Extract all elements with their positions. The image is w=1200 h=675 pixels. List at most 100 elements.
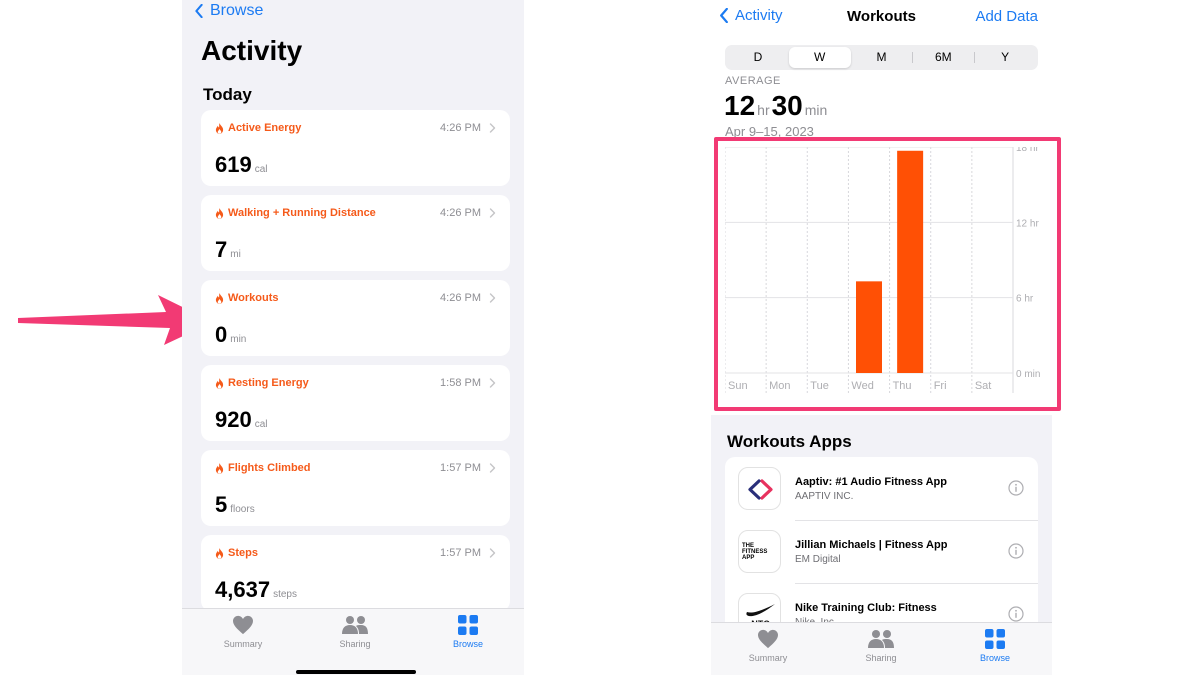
card-timestamp: 4:26 PM	[440, 292, 481, 304]
app-name: Jillian Michaels | Fitness App	[795, 539, 948, 551]
back-button[interactable]: Browse	[194, 0, 263, 22]
card-number: 0	[215, 322, 228, 347]
app-name: Nike Training Club: Fitness	[795, 602, 937, 614]
tab-summary-label: Summary	[748, 653, 788, 663]
screen-comparison: Browse Activity Today Active Energy 4:26 …	[0, 0, 1200, 675]
app-developer: EM Digital	[795, 554, 841, 565]
activity-screen: Browse Activity Today Active Energy 4:26 …	[182, 0, 524, 675]
card-header: Steps 1:57 PM	[215, 547, 496, 559]
card-title: Walking + Running Distance	[228, 207, 376, 219]
people-icon	[868, 630, 894, 648]
tab-browse-label: Browse	[452, 639, 483, 649]
tab-summary[interactable]: Summary	[203, 615, 283, 649]
card-timestamp: 1:57 PM	[440, 462, 481, 474]
average-label: AVERAGE	[725, 75, 781, 87]
average-value: 12 hr 30 min	[724, 90, 829, 122]
card-title: Flights Climbed	[228, 462, 311, 474]
metric-card[interactable]: Walking + Running Distance 4:26 PM 7 mi	[201, 195, 510, 271]
flame-icon	[215, 207, 224, 219]
metric-card[interactable]: Flights Climbed 1:57 PM 5 floors	[201, 450, 510, 526]
aaptiv-app-icon	[738, 467, 781, 510]
card-value: 619 cal	[215, 152, 268, 178]
home-indicator	[296, 670, 416, 674]
grid-icon	[458, 615, 478, 635]
tab-browse[interactable]: Browse	[955, 629, 1035, 663]
card-unit: cal	[254, 164, 268, 175]
section-title: Today	[203, 85, 252, 104]
segment-six-months[interactable]: 6M	[912, 47, 974, 68]
card-header: Resting Energy 1:58 PM	[215, 377, 496, 389]
card-value: 0 min	[215, 322, 246, 348]
apps-section-title: Workouts Apps	[727, 432, 852, 451]
app-developer: AAPTIV INC.	[795, 491, 854, 502]
tab-browse[interactable]: Browse	[428, 615, 508, 649]
metric-card[interactable]: Active Energy 4:26 PM 619 cal	[201, 110, 510, 186]
card-number: 5	[215, 492, 228, 517]
card-header: Active Energy 4:26 PM	[215, 122, 496, 134]
chevron-right-icon	[489, 378, 496, 388]
back-label: Browse	[210, 2, 264, 19]
card-timestamp: 4:26 PM	[440, 207, 481, 219]
fitness-app-icon: THE FITNESS APP	[738, 530, 781, 573]
metric-card[interactable]: Steps 1:57 PM 4,637 steps	[201, 535, 510, 611]
info-icon[interactable]	[1008, 480, 1024, 496]
tab-bar: Summary Sharing Browse	[182, 608, 524, 675]
card-timestamp: 1:57 PM	[440, 547, 481, 559]
fitness-app-icon-text: THE FITNESS APP	[742, 543, 768, 561]
card-header: Flights Climbed 1:57 PM	[215, 462, 496, 474]
card-timestamp: 4:26 PM	[440, 122, 481, 134]
chevron-right-icon	[489, 208, 496, 218]
card-timestamp: 1:58 PM	[440, 377, 481, 389]
card-unit: steps	[273, 589, 297, 600]
chart-highlight-box	[714, 137, 1061, 411]
card-number: 4,637	[215, 577, 271, 602]
card-title: Resting Energy	[228, 377, 309, 389]
average-hours: 12	[724, 90, 756, 121]
card-header: Walking + Running Distance 4:26 PM	[215, 207, 496, 219]
card-value: 5 floors	[215, 492, 255, 518]
card-value: 4,637 steps	[215, 577, 297, 603]
flame-icon	[215, 377, 224, 389]
people-icon	[342, 616, 368, 634]
grid-icon	[985, 629, 1005, 649]
info-icon[interactable]	[1008, 606, 1024, 622]
app-row-aaptiv[interactable]: Aaptiv: #1 Audio Fitness App AAPTIV INC.	[725, 457, 1038, 520]
tab-sharing[interactable]: Sharing	[315, 615, 395, 649]
heart-icon	[758, 629, 778, 649]
flame-icon	[215, 462, 224, 474]
segment-day[interactable]: D	[727, 47, 789, 68]
time-range-segmented-control: D W M 6M Y	[725, 45, 1038, 70]
segment-year[interactable]: Y	[974, 47, 1036, 68]
tab-summary-label: Summary	[223, 639, 263, 649]
app-name: Aaptiv: #1 Audio Fitness App	[795, 476, 947, 488]
chevron-right-icon	[489, 293, 496, 303]
tab-summary[interactable]: Summary	[728, 629, 808, 663]
chevron-right-icon	[489, 123, 496, 133]
tab-browse-label: Browse	[979, 653, 1010, 663]
card-header: Workouts 4:26 PM	[215, 292, 496, 304]
flame-icon	[215, 122, 224, 134]
page-title: Activity	[201, 35, 303, 66]
card-number: 7	[215, 237, 228, 262]
card-number: 619	[215, 152, 252, 177]
app-row-jillian-michaels[interactable]: THE FITNESS APP Jillian Michaels | Fitne…	[725, 520, 1038, 583]
average-hours-unit: hr	[757, 102, 770, 118]
card-unit: mi	[230, 249, 241, 260]
tab-sharing-label: Sharing	[865, 653, 897, 663]
tab-sharing[interactable]: Sharing	[841, 629, 921, 663]
heart-icon	[233, 615, 253, 635]
card-title: Steps	[228, 547, 258, 559]
card-title: Active Energy	[228, 122, 302, 134]
card-value: 7 mi	[215, 237, 241, 263]
segment-week[interactable]: W	[788, 47, 851, 68]
add-data-button[interactable]: Add Data	[975, 8, 1038, 25]
card-title: Workouts	[228, 292, 279, 304]
chevron-right-icon	[489, 548, 496, 558]
metric-card[interactable]: Workouts 4:26 PM 0 min	[201, 280, 510, 356]
card-value: 920 cal	[215, 407, 268, 433]
segment-month[interactable]: M	[851, 47, 913, 68]
metric-card[interactable]: Resting Energy 1:58 PM 920 cal	[201, 365, 510, 441]
info-icon[interactable]	[1008, 543, 1024, 559]
card-unit: min	[230, 334, 247, 345]
card-number: 920	[215, 407, 252, 432]
